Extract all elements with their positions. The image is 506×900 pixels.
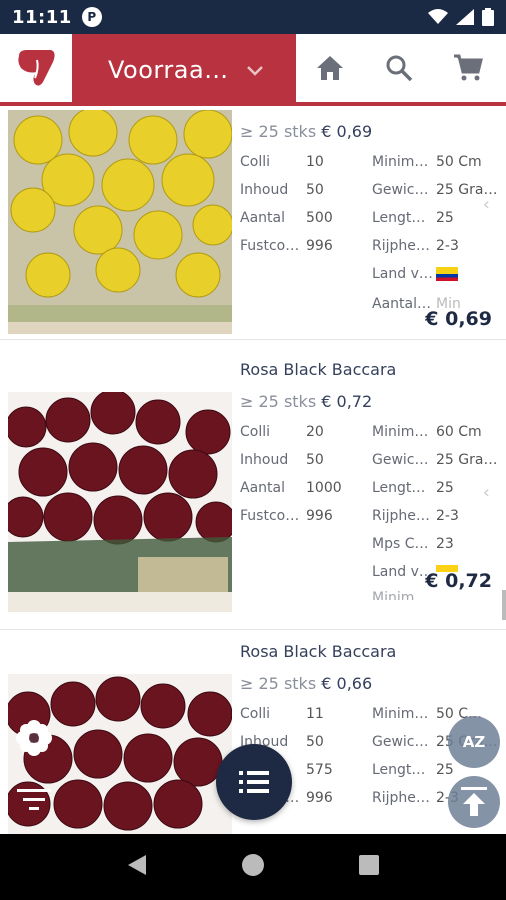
tier-price: ≥ 25 stks € 0,66 <box>240 674 373 693</box>
filter-button[interactable] <box>12 782 56 816</box>
status-bar: 11:11 P <box>0 0 506 34</box>
status-time: 11:11 <box>12 6 72 28</box>
product-image <box>8 110 232 334</box>
battery-icon <box>482 8 494 26</box>
app-logo[interactable] <box>0 34 72 102</box>
product-name: Rosa Black Baccara <box>240 642 397 661</box>
flower-icon <box>16 720 52 756</box>
sort-az-label: AZ <box>462 733 486 751</box>
spec-list-right: Minim… 50 Cm Gewic… 25 Gra… Lengt… 25 Rijph… <box>372 154 498 312</box>
scrollbar[interactable] <box>502 590 506 620</box>
list-view-button[interactable] <box>216 744 292 820</box>
logo-icon <box>18 50 55 86</box>
product-card[interactable]: ≥ 25 stks € 0,69 Colli 10 Inhoud 50 Aantal… <box>0 110 506 340</box>
product-name: Rosa Black Baccara <box>240 360 397 379</box>
spec-list-right: Minim… 60 Cm Gewic… 25 Gra… Lengt… 25 Rijph… <box>372 424 498 600</box>
home-circle-icon <box>241 854 264 876</box>
list-icon <box>239 771 269 793</box>
product-price: € 0,72 <box>425 570 492 592</box>
home-icon <box>317 56 344 80</box>
flower-filter-button[interactable] <box>12 716 56 760</box>
tier-price: ≥ 25 stks € 0,72 <box>240 392 373 411</box>
product-photo <box>8 110 232 334</box>
chevron-down-icon <box>246 60 263 81</box>
sort-az-button[interactable]: AZ <box>448 716 500 768</box>
home-button[interactable] <box>312 50 348 86</box>
product-list[interactable]: ≥ 25 stks € 0,69 Colli 10 Inhoud 50 Aantal… <box>0 110 506 834</box>
product-price: € 0,69 <box>425 308 492 330</box>
back-button[interactable] <box>126 853 148 881</box>
page-title-dropdown[interactable]: Voorraa… <box>72 34 296 106</box>
scroll-top-icon <box>461 787 487 816</box>
recents-icon <box>358 855 379 875</box>
signal-icon <box>456 9 474 25</box>
back-icon <box>128 855 147 875</box>
spec-list-left: Colli 20 Inhoud 50 Aantal 1000 Fustco… 996 <box>240 424 342 524</box>
chevron-right-icon[interactable]: ‹ <box>483 482 490 503</box>
product-photo <box>8 392 232 612</box>
chevron-right-icon[interactable]: ‹ <box>483 194 490 215</box>
wifi-icon <box>428 9 448 24</box>
product-card[interactable]: Rosa Black Baccara ≥ 25 stks € 0,72 Coll… <box>0 348 506 630</box>
spec-list-left: Colli 10 Inhoud 50 Aantal 500 Fustco… 996 <box>240 154 333 254</box>
search-icon <box>386 55 413 82</box>
scroll-top-button[interactable] <box>448 776 500 828</box>
home-nav-button[interactable] <box>241 853 265 881</box>
filter-icon <box>17 789 51 810</box>
app-bar: Voorraa… <box>0 34 506 106</box>
notification-icon: P <box>81 7 102 27</box>
tier-price: ≥ 25 stks € 0,69 <box>240 122 373 141</box>
search-button[interactable] <box>381 50 417 86</box>
flag-ecuador-icon <box>436 266 458 282</box>
product-image <box>8 392 232 612</box>
cart-icon <box>453 54 483 81</box>
cart-button[interactable] <box>450 50 486 86</box>
recents-button[interactable] <box>358 854 380 880</box>
system-nav-bar <box>0 834 506 900</box>
page-title: Voorraa… <box>108 56 229 84</box>
